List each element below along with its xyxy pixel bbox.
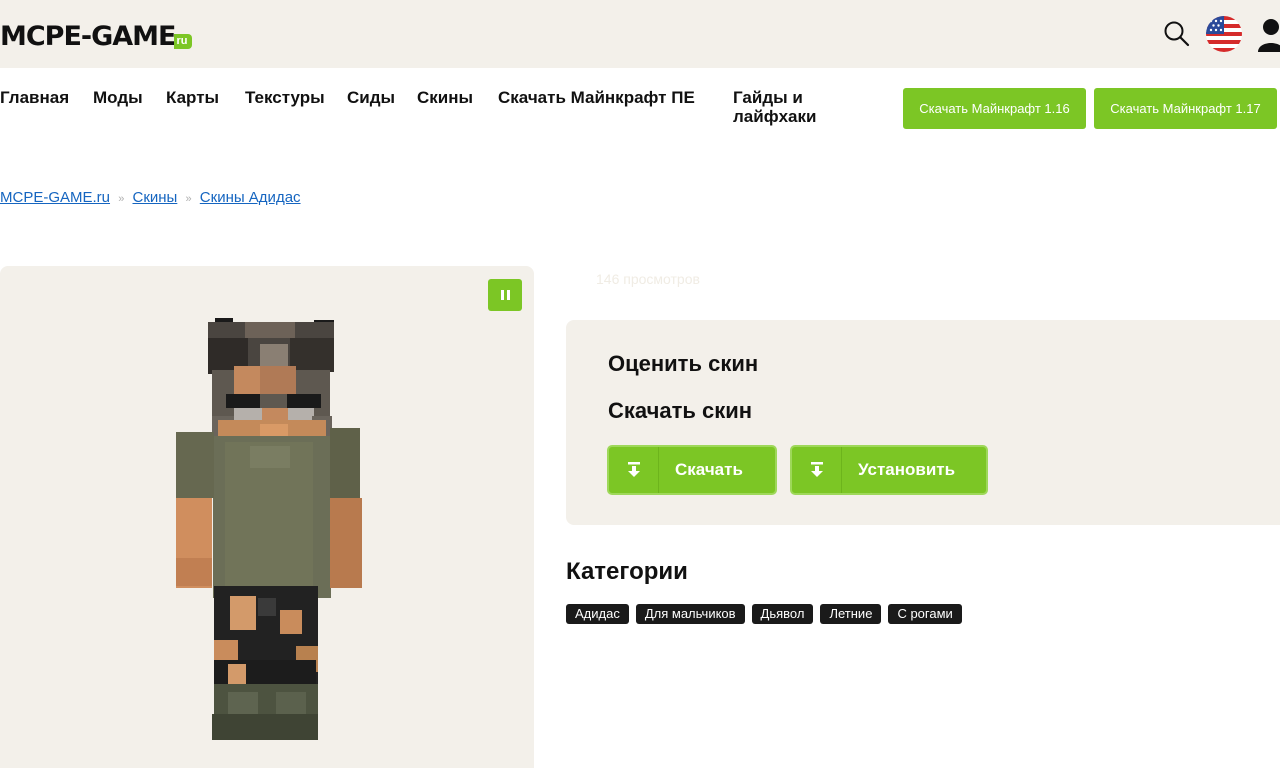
skin-model-image: [176, 318, 362, 740]
site-logo[interactable]: MCPE-GAME ru: [0, 18, 192, 52]
download-icon: [792, 447, 842, 493]
main-nav: Главная Моды Карты Текстуры Сиды Скины С…: [0, 88, 1280, 132]
views-count: 146 просмотров: [596, 271, 700, 287]
download-skin-title: Скачать скин: [608, 398, 753, 423]
tag-for-boys[interactable]: Для мальчиков: [635, 604, 745, 624]
breadcrumb-home[interactable]: MCPE-GAME.ru: [0, 189, 110, 206]
action-panel: Оценить скин Скачать скин Скачать Устано…: [566, 320, 1280, 525]
breadcrumb-separator: »: [118, 193, 125, 205]
skin-preview[interactable]: [0, 266, 534, 768]
us-flag-icon[interactable]: [1206, 16, 1242, 52]
install-label: Установить: [858, 460, 956, 479]
nav-item-download-mcpe[interactable]: Скачать Майнкрафт ПЕ: [498, 88, 698, 107]
breadcrumb-adidas-skins[interactable]: Скины Адидас: [200, 189, 301, 206]
download-icon: [609, 447, 659, 493]
nav-item-skins[interactable]: Скины: [417, 88, 473, 107]
install-button[interactable]: Установить: [790, 445, 988, 495]
nav-item-seeds[interactable]: Сиды: [347, 88, 395, 107]
category-tags: Адидас Для мальчиков Дьявол Летние С рог…: [566, 604, 962, 624]
nav-item-maps[interactable]: Карты: [166, 88, 219, 107]
pause-icon: [500, 290, 504, 300]
logo-suffix: ru: [173, 34, 192, 49]
download-button[interactable]: Скачать: [607, 445, 777, 495]
tag-horns[interactable]: С рогами: [888, 604, 962, 624]
nav-item-home[interactable]: Главная: [0, 88, 69, 107]
pause-icon: [506, 290, 510, 300]
download-label: Скачать: [675, 460, 743, 479]
search-icon[interactable]: [1162, 19, 1192, 49]
user-icon[interactable]: [1256, 16, 1280, 52]
tag-devil[interactable]: Дьявол: [751, 604, 814, 624]
categories-title: Категории: [566, 558, 688, 585]
download-116-button[interactable]: Скачать Майнкрафт 1.16: [903, 88, 1086, 129]
header-icons: [1162, 16, 1280, 52]
breadcrumb: MCPE-GAME.ru » Скины » Скины Адидас: [0, 189, 301, 206]
download-117-button[interactable]: Скачать Майнкрафт 1.17: [1094, 88, 1277, 129]
breadcrumb-separator: »: [185, 193, 192, 205]
nav-item-mods[interactable]: Моды: [93, 88, 143, 107]
nav-item-guides[interactable]: Гайды и лайфхаки: [733, 88, 843, 126]
pause-button[interactable]: [488, 279, 522, 311]
rate-skin-title: Оценить скин: [608, 351, 759, 376]
breadcrumb-skins[interactable]: Скины: [132, 189, 177, 206]
logo-text: MCPE-GAME: [0, 21, 176, 52]
nav-item-textures[interactable]: Текстуры: [245, 88, 325, 107]
tag-summer[interactable]: Летние: [820, 604, 882, 624]
site-header: MCPE-GAME ru: [0, 0, 1280, 68]
tag-adidas[interactable]: Адидас: [566, 604, 629, 624]
